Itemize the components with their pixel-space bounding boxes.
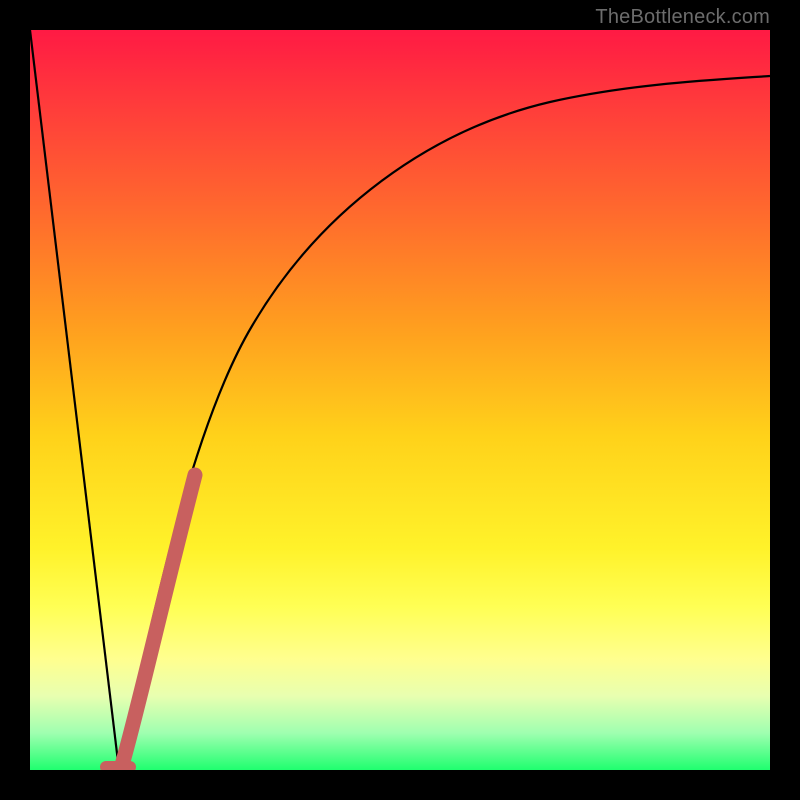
highlight-segment <box>122 475 195 765</box>
right-ascent-path <box>119 76 770 770</box>
curve-svg <box>30 30 770 770</box>
attribution-label: TheBottleneck.com <box>595 6 770 29</box>
left-descent-path <box>30 30 119 770</box>
plot-area <box>30 30 770 770</box>
chart-frame: TheBottleneck.com <box>0 0 800 800</box>
